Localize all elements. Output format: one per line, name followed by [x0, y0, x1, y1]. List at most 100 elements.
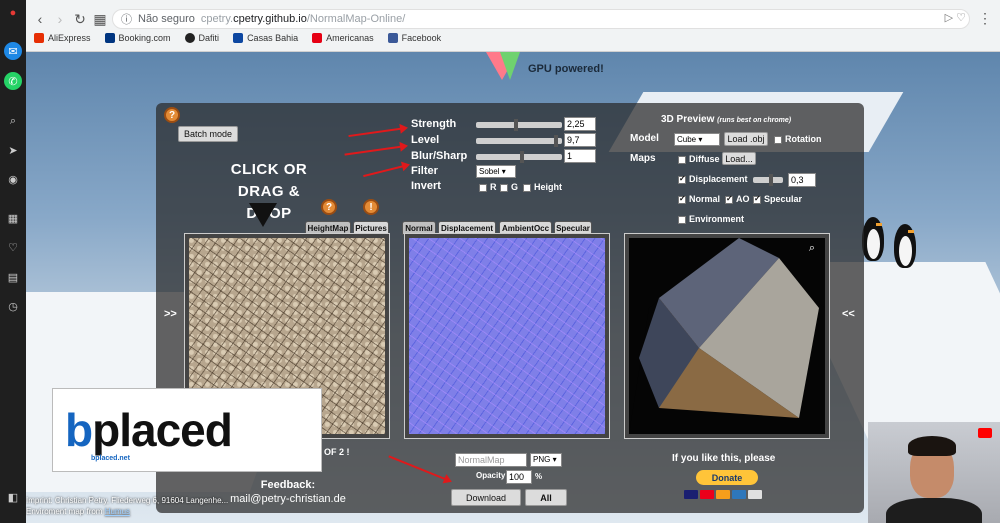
- app-sidebar: ● ✉ ✆ ⌕ ➤ ◉ ▦ ♡ ▤ ◷ ◧: [0, 0, 26, 523]
- opera-icon[interactable]: ●: [4, 4, 22, 22]
- drop-arrow-icon: [249, 203, 277, 227]
- whatsapp-icon[interactable]: ✆: [4, 72, 22, 90]
- browser-chrome: ‹ › ↻ ▦ ⓘ Não seguro cpetry.cpetry.githu…: [26, 0, 1000, 52]
- person-hair: [908, 436, 956, 456]
- gpu-label: GPU powered!: [528, 63, 604, 75]
- specular-checkbox[interactable]: Specular: [753, 194, 802, 204]
- load-obj-button[interactable]: Load .obj: [724, 132, 768, 146]
- filter-select[interactable]: Sobel ▾: [476, 165, 516, 178]
- mastercard-icon: [700, 490, 714, 499]
- bookmark-americanas[interactable]: Americanas: [312, 33, 374, 43]
- heart-icon[interactable]: ♡: [4, 238, 22, 256]
- discover-icon: [748, 490, 762, 499]
- invert-height-checkbox[interactable]: Height: [523, 182, 562, 192]
- level-slider[interactable]: [476, 135, 562, 147]
- imprint-text: Imprint: Christian Petry, Fliederweg 6, …: [26, 496, 229, 505]
- level-label: Level: [411, 134, 440, 146]
- webcam-overlay: [868, 422, 1000, 523]
- camera-icon[interactable]: ◉: [4, 170, 22, 188]
- ao-checkbox[interactable]: AO: [725, 194, 750, 204]
- booking-icon: [104, 33, 115, 43]
- sidebar-toggle-icon[interactable]: ◧: [4, 488, 22, 506]
- address-bar[interactable]: ⓘ Não seguro cpetry.cpetry.github.io/Nor…: [112, 9, 970, 29]
- normal-checkbox[interactable]: Normal: [678, 194, 720, 204]
- help-icon[interactable]: ?: [164, 107, 180, 123]
- preview-title: 3D Preview (runs best on chrome): [661, 114, 792, 125]
- donate-button[interactable]: Donate: [696, 470, 758, 485]
- model-select[interactable]: Cube ▾: [674, 133, 720, 146]
- strength-slider[interactable]: [476, 119, 562, 131]
- maestro-icon: [716, 490, 730, 499]
- url-host: cpetry.github.io: [233, 13, 307, 25]
- rotation-checkbox[interactable]: Rotation: [774, 134, 822, 144]
- diffuse-checkbox[interactable]: Diffuse: [678, 154, 720, 164]
- blur-sharp-input[interactable]: 1: [564, 149, 596, 163]
- displacement-input[interactable]: 0,3: [788, 173, 816, 187]
- format-select[interactable]: PNG ▾: [530, 453, 562, 467]
- feedback-email[interactable]: mail@petry-christian.de: [228, 492, 348, 506]
- bookmark-booking[interactable]: Booking.com: [104, 33, 171, 43]
- bookmark-aliexpress[interactable]: AliExpress: [34, 33, 91, 43]
- load-diffuse-button[interactable]: Load...: [722, 152, 756, 165]
- messenger-icon[interactable]: ✉: [4, 42, 22, 60]
- send-icon[interactable]: ➤: [4, 141, 22, 159]
- info-icon[interactable]: ⓘ: [121, 11, 132, 27]
- filter-label: Filter: [411, 165, 438, 177]
- bplaced-ad[interactable]: bplaced bplaced.net: [52, 388, 322, 472]
- percent-label: %: [535, 472, 543, 481]
- invert-label: Invert: [411, 180, 441, 192]
- cube-render: [629, 238, 825, 434]
- feedback-title: Feedback:: [260, 479, 316, 491]
- invert-g-checkbox[interactable]: G: [500, 182, 518, 192]
- amex-icon: [732, 490, 746, 499]
- donate-prompt: If you like this, please: [672, 453, 776, 464]
- search-icon[interactable]: ⌕: [4, 112, 22, 130]
- batch-mode-button[interactable]: Batch mode: [178, 126, 238, 142]
- play-icon[interactable]: ▷: [945, 12, 953, 24]
- americanas-icon: [312, 33, 323, 43]
- url-path: /NormalMap-Online/: [306, 13, 406, 25]
- humus-link[interactable]: Humus: [105, 507, 130, 516]
- filename-input[interactable]: NormalMap: [455, 453, 527, 467]
- payment-cards: [684, 490, 762, 499]
- reload-icon[interactable]: ↻: [72, 11, 88, 28]
- page-content: GPU powered! ? Batch mode Strength 2,25 …: [26, 52, 1000, 523]
- strength-input[interactable]: 2,25: [564, 117, 596, 131]
- normalmap-view[interactable]: [404, 233, 610, 439]
- info-icon[interactable]: !: [363, 199, 379, 215]
- zoom-icon[interactable]: ⌕: [809, 242, 815, 255]
- blur-sharp-label: Blur/Sharp: [411, 150, 468, 162]
- all-button[interactable]: All: [525, 489, 567, 506]
- aliexpress-icon: [34, 33, 44, 43]
- menu-icon[interactable]: ⋮: [978, 10, 992, 27]
- bookmark-dafiti[interactable]: Dafiti: [184, 33, 219, 43]
- preview-3d-view[interactable]: ⌕: [624, 233, 830, 439]
- environment-checkbox[interactable]: Environment: [678, 214, 744, 224]
- bookmark-facebook[interactable]: Facebook: [387, 33, 441, 43]
- expand-left-arrow[interactable]: >>: [164, 308, 177, 320]
- download-button[interactable]: Download: [451, 489, 521, 506]
- security-label: Não seguro: [138, 13, 195, 25]
- invert-r-checkbox[interactable]: R: [479, 182, 497, 192]
- apps-icon[interactable]: ▦: [92, 11, 108, 28]
- opacity-input[interactable]: 100: [506, 470, 532, 484]
- back-icon[interactable]: ‹: [32, 11, 48, 27]
- grid-icon[interactable]: ▦: [4, 209, 22, 227]
- help-icon[interactable]: ?: [321, 199, 337, 215]
- forward-icon[interactable]: ›: [52, 11, 68, 27]
- casas-bahia-icon: [233, 33, 244, 43]
- news-icon[interactable]: ▤: [4, 268, 22, 286]
- blur-sharp-slider[interactable]: [476, 151, 562, 163]
- displacement-checkbox[interactable]: Displacement: [678, 174, 748, 184]
- imprint: Imprint: Christian Petry, Fliederweg 6, …: [26, 496, 229, 516]
- history-icon[interactable]: ◷: [4, 297, 22, 315]
- preview-3d-canvas[interactable]: ⌕: [629, 238, 825, 434]
- address-actions: ▷ ♡: [945, 11, 966, 24]
- bplaced-logo: bplaced: [65, 404, 233, 456]
- star-icon[interactable]: ♡: [956, 12, 966, 24]
- opacity-label: Opacity: [476, 471, 506, 480]
- bookmark-casas-bahia[interactable]: Casas Bahia: [233, 33, 298, 43]
- level-input[interactable]: 9,7: [564, 133, 596, 147]
- displacement-slider[interactable]: [753, 174, 783, 186]
- expand-right-arrow[interactable]: <<: [842, 308, 855, 320]
